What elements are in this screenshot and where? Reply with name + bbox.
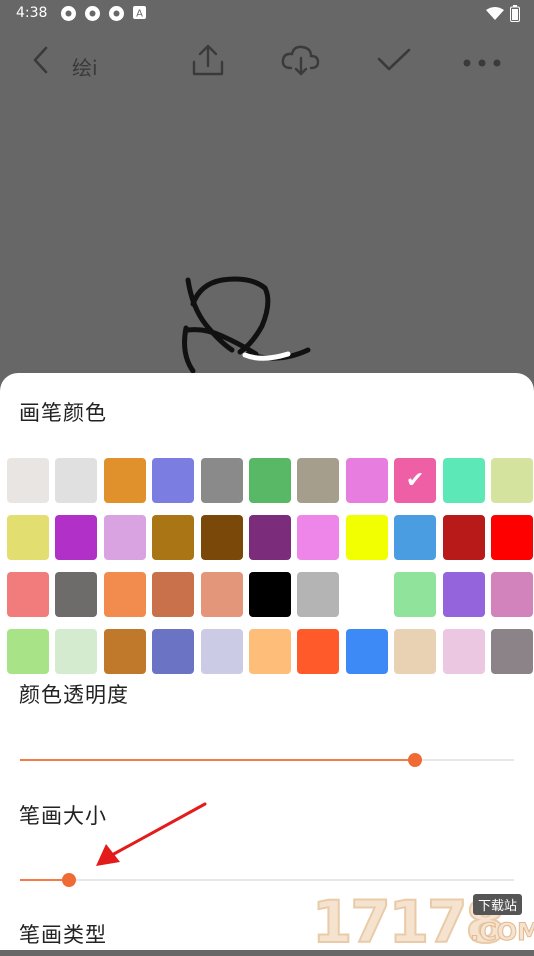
color-swatch[interactable]: ✔ bbox=[394, 458, 437, 503]
selected-check-icon: ✔ bbox=[405, 468, 425, 493]
color-swatch[interactable] bbox=[200, 515, 243, 560]
color-swatch[interactable] bbox=[55, 572, 98, 617]
color-swatch[interactable] bbox=[55, 629, 98, 674]
color-swatch[interactable] bbox=[152, 629, 195, 674]
more-icon bbox=[462, 53, 502, 72]
color-swatch[interactable] bbox=[55, 458, 98, 503]
cloud-download-icon bbox=[280, 44, 320, 80]
color-swatch[interactable] bbox=[297, 629, 340, 674]
color-swatch[interactable] bbox=[297, 515, 340, 560]
opacity-slider[interactable] bbox=[20, 750, 514, 770]
color-swatch[interactable] bbox=[442, 629, 485, 674]
battery-icon bbox=[510, 5, 520, 26]
color-swatch[interactable] bbox=[345, 458, 388, 503]
color-swatch[interactable] bbox=[442, 515, 485, 560]
color-swatch[interactable] bbox=[7, 572, 49, 617]
color-swatch[interactable] bbox=[103, 458, 146, 503]
color-swatch[interactable] bbox=[248, 515, 291, 560]
annotation-arrow bbox=[90, 800, 210, 874]
opacity-slider-fill bbox=[20, 759, 416, 761]
color-swatch[interactable] bbox=[7, 629, 49, 674]
color-swatch[interactable] bbox=[7, 515, 49, 560]
color-swatch[interactable] bbox=[248, 572, 291, 617]
stroke-size-slider-thumb[interactable] bbox=[62, 873, 77, 887]
color-swatch[interactable] bbox=[490, 572, 533, 617]
color-swatch[interactable] bbox=[297, 572, 340, 617]
color-swatch[interactable] bbox=[490, 629, 533, 674]
color-swatch[interactable] bbox=[200, 629, 243, 674]
color-swatch[interactable] bbox=[297, 458, 340, 503]
color-swatch[interactable] bbox=[394, 572, 437, 617]
color-swatch[interactable] bbox=[248, 629, 291, 674]
top-toolbar: 绘i bbox=[0, 36, 534, 92]
color-swatch[interactable] bbox=[490, 458, 533, 503]
color-swatch[interactable] bbox=[152, 458, 195, 503]
status-time: 4:38 bbox=[16, 5, 48, 21]
app-notification-icon bbox=[60, 5, 77, 22]
color-swatch[interactable] bbox=[200, 572, 243, 617]
color-swatch[interactable] bbox=[345, 629, 388, 674]
color-swatch[interactable] bbox=[248, 458, 291, 503]
cloud-save-button[interactable] bbox=[278, 36, 322, 88]
color-swatch[interactable] bbox=[152, 515, 195, 560]
color-swatch[interactable] bbox=[394, 629, 437, 674]
color-swatch[interactable] bbox=[7, 458, 49, 503]
drawing-strokes bbox=[182, 276, 311, 374]
status-right-icons bbox=[486, 5, 520, 26]
color-swatch[interactable] bbox=[152, 572, 195, 617]
color-swatch[interactable] bbox=[103, 515, 146, 560]
color-swatch[interactable] bbox=[442, 572, 485, 617]
color-swatch[interactable] bbox=[345, 572, 388, 617]
drawing-canvas[interactable] bbox=[0, 92, 534, 374]
app-notification-icon bbox=[84, 5, 101, 22]
a-notification-icon: A bbox=[132, 5, 149, 22]
color-swatch[interactable] bbox=[345, 515, 388, 560]
color-swatch[interactable] bbox=[103, 572, 146, 617]
color-palette: ✔ bbox=[7, 458, 534, 674]
back-icon bbox=[30, 45, 50, 79]
brush-settings-sheet: 画笔颜色 ✔ 颜色透明度 笔画大小 笔画类型 bbox=[0, 373, 534, 950]
share-upload-icon bbox=[190, 43, 226, 81]
opacity-slider-thumb[interactable] bbox=[408, 753, 423, 767]
svg-text:A: A bbox=[136, 9, 143, 20]
more-button[interactable] bbox=[460, 36, 504, 88]
color-swatch[interactable] bbox=[103, 629, 146, 674]
confirm-button[interactable] bbox=[372, 36, 416, 88]
check-icon bbox=[376, 47, 412, 77]
watermark-suffix: .COM bbox=[469, 918, 534, 947]
stroke-size-slider-track bbox=[20, 879, 514, 881]
status-notification-icons: A bbox=[60, 5, 149, 22]
color-swatch[interactable] bbox=[490, 515, 533, 560]
color-swatch[interactable] bbox=[200, 458, 243, 503]
color-swatch[interactable] bbox=[394, 515, 437, 560]
stroke-type-title: 笔画类型 bbox=[19, 923, 107, 947]
watermark-logo: 17178 下载站 .COM bbox=[310, 887, 534, 956]
opacity-title: 颜色透明度 bbox=[19, 683, 129, 707]
brush-color-title: 画笔颜色 bbox=[19, 401, 107, 425]
watermark-tag: 下载站 bbox=[473, 894, 523, 915]
status-bar: 4:38 A bbox=[0, 0, 534, 28]
wifi-icon bbox=[486, 6, 504, 25]
back-button[interactable] bbox=[22, 36, 58, 88]
share-button[interactable] bbox=[186, 36, 230, 88]
color-swatch[interactable] bbox=[55, 515, 98, 560]
document-title: 绘i bbox=[72, 56, 98, 80]
app-notification-icon bbox=[108, 5, 125, 22]
color-swatch[interactable] bbox=[442, 458, 485, 503]
